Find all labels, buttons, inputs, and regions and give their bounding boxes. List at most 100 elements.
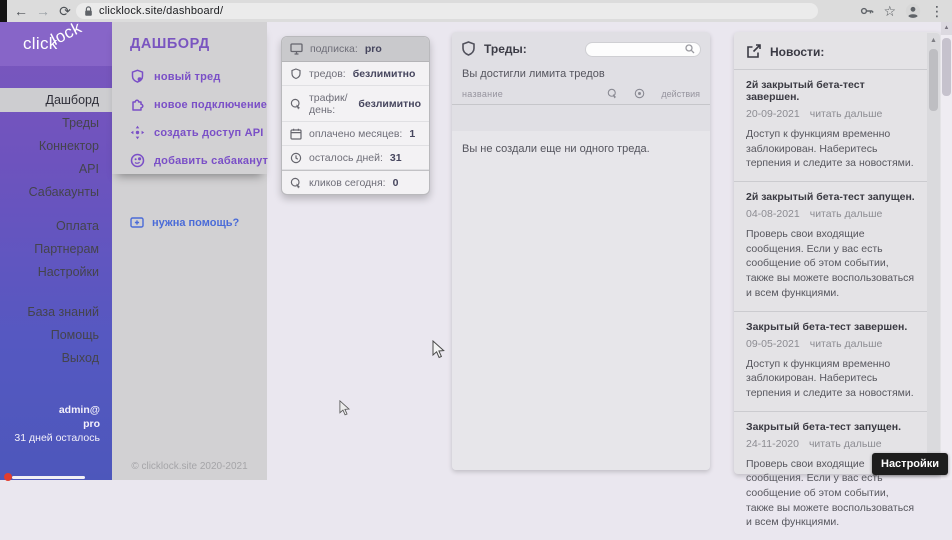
column-header-name: название [462, 89, 503, 99]
screen-edge-strip [0, 0, 7, 22]
news-item-body: Доступ к функциям временно заблокирован.… [746, 357, 917, 401]
news-item-title: Закрытый бета-тест запущен. [746, 421, 917, 433]
monitor-icon [290, 43, 303, 55]
sidebar-item-partners[interactable]: Партнерам [0, 238, 112, 261]
url-text: clicklock.site/dashboard/ [99, 5, 223, 17]
news-item-body: Доступ к функциям временно заблокирован.… [746, 127, 917, 171]
account-email: admin@ [0, 403, 100, 417]
threads-search-input[interactable] [585, 42, 701, 57]
player-settings-tooltip[interactable]: Настройки [872, 453, 948, 475]
profile-avatar-icon[interactable] [905, 3, 921, 19]
news-item-title: 2й закрытый бета-тест завершен. [746, 79, 917, 103]
browser-toolbar: ← → ⟳ clicklock.site/dashboard/ ☆ ⋮ [0, 0, 952, 22]
threads-panel: Треды: Вы достигли лимита тредов названи… [452, 32, 710, 470]
threads-empty-message: Вы не создали еще ни одного треда. [462, 143, 650, 155]
sidebar-nav: Дашборд Треды Коннектор API Сабакаунты О… [0, 88, 112, 370]
key-icon[interactable] [860, 5, 874, 17]
action-label: создать доступ API [154, 127, 264, 139]
browser-back-button[interactable]: ← [10, 0, 32, 22]
account-days-left: 31 дней осталось [0, 431, 100, 445]
browser-address-bar[interactable]: clicklock.site/dashboard/ [76, 3, 818, 19]
stat-row-threads: тредов: безлимитно [282, 62, 429, 86]
action-create-api-access[interactable]: создать доступ API [130, 125, 264, 140]
action-new-connection[interactable]: новое подключение [130, 97, 267, 112]
sidebar-item-payment[interactable]: Оплата [0, 215, 112, 238]
sidebar-item-logout[interactable]: Выход [0, 347, 112, 370]
stat-label: осталось дней: [309, 152, 383, 164]
stat-value: 1 [409, 128, 415, 140]
news-item: Закрытый бета-тест завершен. 09-05-2021 … [734, 311, 927, 411]
stat-label: кликов сегодня: [309, 177, 386, 189]
search-icon [685, 44, 695, 54]
news-item-body: Проверь свои входящие сообщения. Если у … [746, 227, 917, 300]
threads-shield-icon [461, 41, 476, 57]
sidebar-item-api[interactable]: API [0, 158, 112, 181]
copyright-text: © clicklock.site 2020-2021 [112, 461, 267, 472]
news-item-date: 24-11-2020 [746, 438, 799, 450]
threads-title: Треды: [484, 42, 527, 56]
page-scroll-up-icon[interactable]: ▲ [941, 22, 952, 35]
scroll-up-icon[interactable]: ▲ [927, 35, 940, 47]
read-more-link[interactable]: читать дальше [809, 438, 882, 450]
stat-label: тредов: [309, 68, 346, 80]
mouse-cursor-icon [339, 400, 351, 417]
column-status-icon[interactable] [634, 88, 645, 99]
news-scrollbar-thumb[interactable] [929, 49, 938, 111]
threads-limit-message: Вы достигли лимита тредов [452, 61, 710, 84]
external-link-icon [746, 44, 761, 59]
action-new-thread[interactable]: новый тред [130, 69, 221, 84]
read-more-link[interactable]: читать дальше [810, 338, 883, 350]
sidebar-item-help[interactable]: Помощь [0, 324, 112, 347]
action-label: новое подключение [154, 99, 267, 111]
sidebar-item-dashboard[interactable]: Дашборд [0, 88, 112, 112]
calendar-icon [290, 128, 302, 140]
news-item-date: 04-08-2021 [746, 208, 800, 220]
stat-value: безлимитно [353, 68, 416, 80]
action-add-subaccount[interactable]: добавить сабаканут [130, 153, 268, 168]
account-info: admin@ pro 31 дней осталось [0, 403, 112, 445]
need-help-label: нужна помощь? [152, 217, 239, 229]
page-scrollbar-thumb[interactable] [942, 38, 951, 96]
app-logo[interactable]: clicklock [0, 22, 112, 66]
news-item-title: 2й закрытый бета-тест запущен. [746, 191, 917, 203]
shield-plus-icon [130, 69, 145, 84]
help-chat-icon [130, 217, 144, 229]
column-header-actions: действия [661, 89, 700, 99]
traffic-icon [290, 98, 302, 110]
clock-icon [290, 152, 302, 164]
sidebar-item-settings[interactable]: Настройки [0, 261, 112, 284]
mouse-cursor-icon [432, 340, 446, 360]
stat-row-months: оплачено месяцев: 1 [282, 122, 429, 146]
read-more-link[interactable]: читать дальше [810, 108, 883, 120]
bookmark-star-icon[interactable]: ☆ [883, 0, 896, 22]
news-item: Закрытый бета-тест запущен. 24-11-2020 ч… [734, 411, 927, 540]
read-more-link[interactable]: читать дальше [810, 208, 883, 220]
browser-forward-button[interactable]: → [32, 0, 54, 22]
news-title: Новости: [770, 45, 824, 59]
action-label: добавить сабаканут [154, 155, 268, 167]
padlock-icon [84, 6, 93, 17]
subscription-value: pro [365, 43, 382, 55]
news-item-date: 09-05-2021 [746, 338, 800, 350]
sidebar-item-subaccounts[interactable]: Сабакаунты [0, 181, 112, 204]
column-clicks-icon[interactable] [607, 88, 618, 99]
need-help-link[interactable]: нужна помощь? [130, 217, 239, 229]
video-progress-track [12, 476, 85, 479]
sidebar-item-connector[interactable]: Коннектор [0, 135, 112, 158]
browser-menu-icon[interactable]: ⋮ [930, 0, 944, 22]
action-label: новый тред [154, 71, 221, 83]
subaccount-icon [130, 153, 145, 168]
stat-value: 31 [390, 152, 402, 164]
sidebar-item-threads[interactable]: Треды [0, 112, 112, 135]
account-plan: pro [0, 417, 100, 431]
sidebar-item-knowledge-base[interactable]: База знаний [0, 301, 112, 324]
stat-row-clicks-today: кликов сегодня: 0 [282, 170, 429, 194]
api-cross-icon [130, 125, 145, 140]
news-scrollbar[interactable]: ▲ ▼ [927, 33, 940, 473]
puzzle-icon [130, 97, 145, 112]
news-item: 2й закрытый бета-тест завершен. 20-09-20… [734, 69, 927, 181]
subscription-label: подписка: [310, 43, 358, 55]
subscription-card: подписка: pro тредов: безлимитно трафик/… [281, 36, 430, 195]
clicks-icon [290, 177, 302, 189]
stat-label: трафик/день: [309, 92, 351, 116]
